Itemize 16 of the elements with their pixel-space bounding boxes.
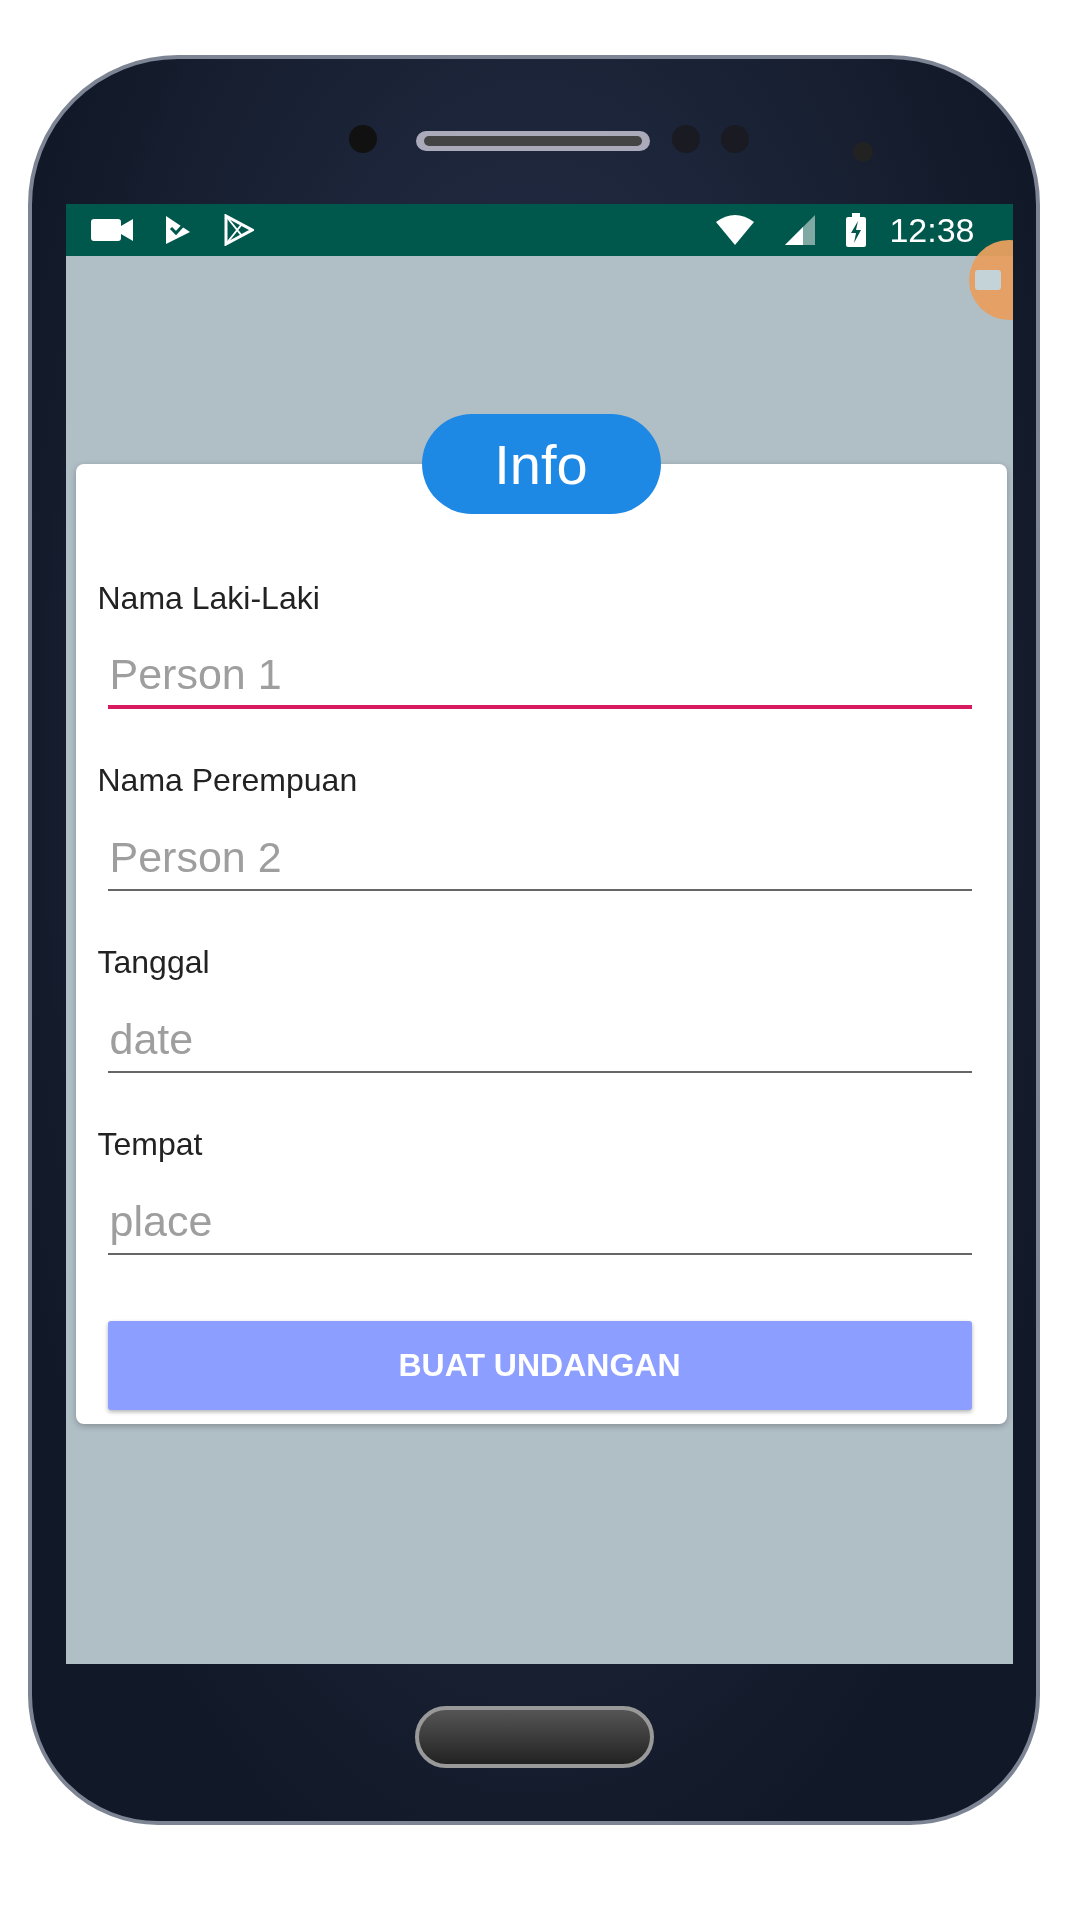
input-field[interactable]: Person 2 (107, 825, 972, 891)
dialog-title: Info (421, 414, 661, 514)
field-label: Nama Laki-Laki (97, 579, 321, 618)
create-invitation-button[interactable]: BUAT UNDANGAN (107, 1321, 972, 1410)
field-label: Nama Perempuan (97, 761, 359, 800)
field-label: Tanggal (97, 943, 211, 982)
input-field[interactable]: date (107, 1007, 972, 1073)
signal-icon (783, 214, 818, 246)
input-field[interactable]: place (107, 1189, 972, 1255)
floating-bubble-icon[interactable] (966, 240, 1013, 320)
video-camera-icon (89, 216, 134, 244)
battery-charging-icon (845, 213, 868, 247)
field-label: Tempat (97, 1125, 204, 1164)
wifi-icon (715, 214, 756, 246)
status-time: 12:38 (889, 210, 975, 250)
input-field[interactable]: Person 1 (107, 643, 972, 709)
